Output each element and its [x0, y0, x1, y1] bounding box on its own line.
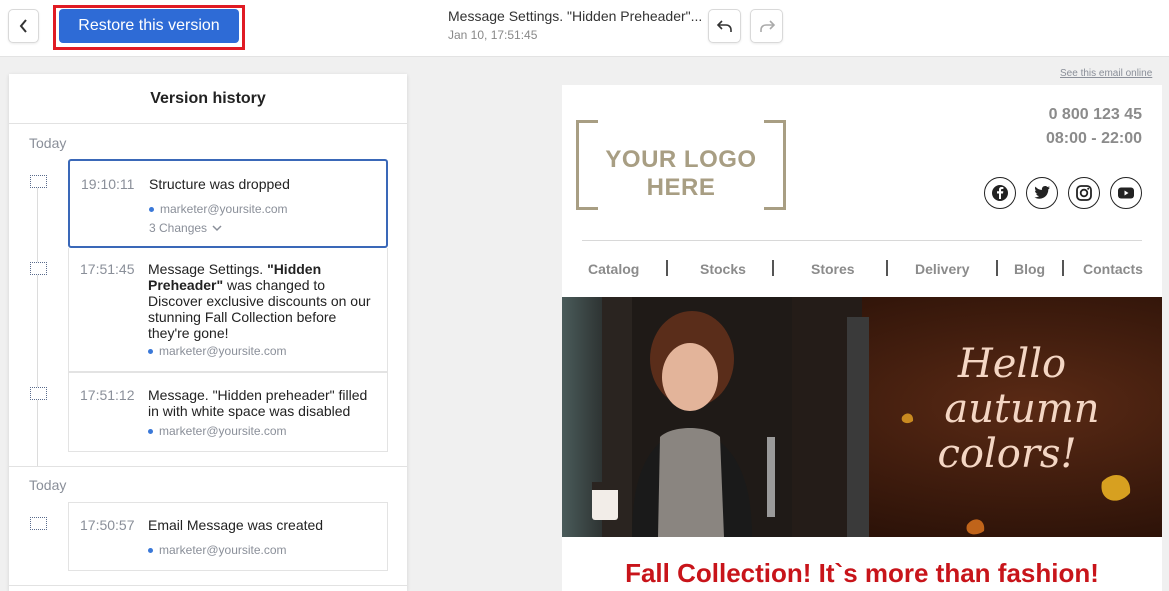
- version-entry[interactable]: 17:51:45 Message Settings. "Hidden Prehe…: [68, 248, 388, 372]
- logo-text: YOUR LOGO HERE: [605, 146, 757, 201]
- instagram-icon[interactable]: [1068, 177, 1100, 209]
- nav-stores[interactable]: Stores: [811, 261, 855, 277]
- author-dot-icon: [148, 348, 153, 354]
- hero-image: Hello autumn colors!: [562, 297, 1162, 537]
- version-icon: [30, 175, 47, 188]
- logo-placeholder: YOUR LOGO HERE: [576, 120, 786, 210]
- hero-text-line: Hello: [957, 341, 1066, 387]
- version-time: 17:51:12: [80, 387, 135, 403]
- version-icon: [30, 262, 47, 275]
- group-divider: [9, 585, 407, 586]
- version-time: 17:50:57: [80, 517, 135, 533]
- see-email-online-link[interactable]: See this email online: [1060, 68, 1152, 79]
- header-divider: [582, 240, 1142, 241]
- changes-toggle[interactable]: 3 Changes: [149, 221, 223, 235]
- back-button[interactable]: [8, 9, 39, 43]
- undo-button[interactable]: [708, 9, 741, 43]
- timeline-line: [37, 184, 38, 466]
- version-description: Structure was dropped: [149, 176, 290, 192]
- group-label: Today: [29, 135, 67, 151]
- restore-version-button[interactable]: Restore this version: [59, 9, 239, 43]
- version-entry[interactable]: 17:50:57 Email Message was created marke…: [68, 502, 388, 571]
- phone-number: 0 800 123 45: [1048, 106, 1142, 123]
- version-description: Message Settings. "Hidden Preheader" was…: [148, 261, 371, 341]
- facebook-icon[interactable]: [984, 177, 1016, 209]
- version-time: 17:51:45: [80, 261, 135, 277]
- twitter-icon[interactable]: [1026, 177, 1058, 209]
- version-author: marketer@yoursite.com: [148, 344, 287, 358]
- version-icon: [30, 517, 47, 530]
- email-preview: YOUR LOGO HERE 0 800 123 45 08:00 - 22:0…: [562, 85, 1162, 591]
- version-date: Jan 10, 17:51:45: [448, 28, 538, 42]
- author-dot-icon: [149, 206, 154, 212]
- version-entry[interactable]: 17:51:12 Message. "Hidden preheader" fil…: [68, 372, 388, 452]
- redo-icon: [759, 20, 775, 32]
- hero-banner: Hello autumn colors!: [562, 297, 1162, 537]
- author-dot-icon: [148, 428, 153, 434]
- nav-contacts[interactable]: Contacts: [1083, 261, 1143, 277]
- version-history-panel: Version history Today 19:10:11 Structure…: [9, 74, 407, 591]
- redo-button[interactable]: [750, 9, 783, 43]
- nav-catalog[interactable]: Catalog: [588, 261, 639, 277]
- version-author: marketer@yoursite.com: [148, 543, 287, 557]
- hero-text-line: autumn: [944, 386, 1099, 432]
- version-icon: [30, 387, 47, 400]
- group-divider: [9, 466, 407, 467]
- promo-title: Fall Collection! It`s more than fashion!: [625, 558, 1099, 588]
- group-label: Today: [29, 477, 67, 493]
- nav-delivery[interactable]: Delivery: [915, 261, 969, 277]
- version-author: marketer@yoursite.com: [149, 202, 288, 216]
- nav-blog[interactable]: Blog: [1014, 261, 1045, 277]
- author-dot-icon: [148, 547, 153, 553]
- nav-stocks[interactable]: Stocks: [700, 261, 746, 277]
- version-description: Email Message was created: [148, 517, 324, 533]
- version-author: marketer@yoursite.com: [148, 424, 287, 438]
- undo-icon: [716, 20, 732, 32]
- chevron-down-icon: [212, 225, 222, 232]
- opening-hours: 08:00 - 22:00: [1045, 130, 1142, 147]
- panel-title: Version history: [9, 74, 407, 124]
- hero-text-line: colors!: [937, 431, 1076, 477]
- top-toolbar: Restore this version Message Settings. "…: [0, 0, 1169, 57]
- version-title: Message Settings. "Hidden Preheader"...: [448, 8, 703, 24]
- youtube-icon[interactable]: [1110, 177, 1142, 209]
- chevron-left-icon: [19, 19, 27, 33]
- version-description: Message. "Hidden preheader" filled in wi…: [148, 387, 368, 419]
- version-entry-selected[interactable]: 19:10:11 Structure was dropped marketer@…: [68, 159, 388, 248]
- version-time: 19:10:11: [81, 176, 135, 192]
